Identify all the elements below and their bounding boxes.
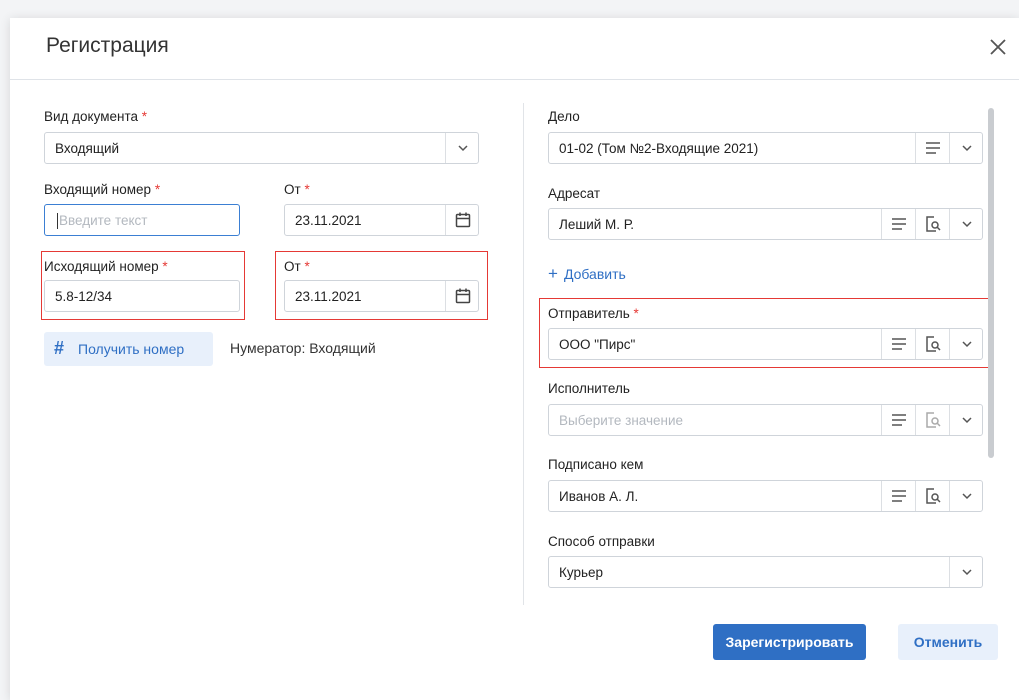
register-button[interactable]: Зарегистрировать xyxy=(713,624,866,660)
list-icon[interactable] xyxy=(882,405,916,435)
addressee-select[interactable]: Леший М. Р. xyxy=(548,208,983,240)
get-number-button[interactable]: # Получить номер xyxy=(44,332,213,366)
column-divider xyxy=(523,103,524,605)
chevron-down-icon[interactable] xyxy=(950,329,984,359)
outgoing-date-value: 23.11.2021 xyxy=(295,289,362,304)
addressee-label: Адресат xyxy=(548,186,601,201)
doc-type-value: Входящий xyxy=(55,141,120,156)
delivery-label: Способ отправки xyxy=(548,534,655,549)
case-label: Дело xyxy=(548,109,580,124)
chevron-down-icon[interactable] xyxy=(950,557,984,587)
outgoing-date-label: От * xyxy=(284,259,310,274)
list-icon[interactable] xyxy=(882,329,916,359)
text-caret xyxy=(57,213,58,229)
list-icon[interactable] xyxy=(882,209,916,239)
numerator-text: Нумератор: Входящий xyxy=(230,340,376,356)
lookup-icon[interactable] xyxy=(916,481,950,511)
header-divider xyxy=(10,79,1019,80)
outgoing-number-value: 5.8-12/34 xyxy=(55,289,113,304)
registration-dialog: Регистрация Вид документа * Входящий Вхо… xyxy=(10,18,1019,700)
executor-select[interactable]: Выберите значение xyxy=(548,404,983,436)
get-number-label: Получить номер xyxy=(78,341,185,357)
doc-type-select[interactable]: Входящий xyxy=(44,132,479,164)
lookup-icon[interactable] xyxy=(916,405,950,435)
dialog-title: Регистрация xyxy=(46,34,169,57)
outgoing-date-input[interactable]: 23.11.2021 xyxy=(284,280,479,312)
list-icon[interactable] xyxy=(882,481,916,511)
add-label: Добавить xyxy=(563,266,626,282)
chevron-down-icon[interactable] xyxy=(950,405,984,435)
plus-icon: + xyxy=(548,264,558,283)
lookup-icon[interactable] xyxy=(916,329,950,359)
incoming-date-value: 23.11.2021 xyxy=(295,213,362,228)
scrollbar[interactable] xyxy=(988,108,994,458)
incoming-date-label: От * xyxy=(284,182,310,197)
list-icon[interactable] xyxy=(916,133,950,163)
chevron-down-icon[interactable] xyxy=(950,133,984,163)
sender-value: ООО "Пирс" xyxy=(559,337,636,352)
calendar-icon[interactable] xyxy=(446,205,480,235)
case-value: 01-02 (Том №2-Входящие 2021) xyxy=(559,141,759,156)
chevron-down-icon[interactable] xyxy=(950,209,984,239)
delivery-select[interactable]: Курьер xyxy=(548,556,983,588)
delivery-value: Курьер xyxy=(559,565,604,580)
executor-placeholder: Выберите значение xyxy=(559,413,684,428)
executor-label: Исполнитель xyxy=(548,381,630,396)
signed-by-label: Подписано кем xyxy=(548,457,644,472)
lookup-icon[interactable] xyxy=(916,209,950,239)
incoming-number-input[interactable]: Введите текст xyxy=(44,204,240,236)
doc-type-label: Вид документа * xyxy=(44,109,148,124)
incoming-number-placeholder: Введите текст xyxy=(59,213,148,228)
case-select[interactable]: 01-02 (Том №2-Входящие 2021) xyxy=(548,132,983,164)
signed-by-value: Иванов А. Л. xyxy=(559,489,639,504)
chevron-down-icon[interactable] xyxy=(950,481,984,511)
addressee-value: Леший М. Р. xyxy=(559,217,634,232)
sender-select[interactable]: ООО "Пирс" xyxy=(548,328,983,360)
sender-label: Отправитель * xyxy=(548,306,639,321)
close-icon[interactable] xyxy=(985,34,1011,60)
hash-icon: # xyxy=(54,338,65,358)
incoming-number-label: Входящий номер * xyxy=(44,182,161,197)
add-addressee-link[interactable]: + Добавить xyxy=(548,264,626,284)
incoming-date-input[interactable]: 23.11.2021 xyxy=(284,204,479,236)
calendar-icon[interactable] xyxy=(446,281,480,311)
signed-by-select[interactable]: Иванов А. Л. xyxy=(548,480,983,512)
cancel-button[interactable]: Отменить xyxy=(898,624,998,660)
outgoing-number-input[interactable]: 5.8-12/34 xyxy=(44,280,240,312)
chevron-down-icon[interactable] xyxy=(446,133,480,163)
outgoing-number-label: Исходящий номер * xyxy=(44,259,168,274)
